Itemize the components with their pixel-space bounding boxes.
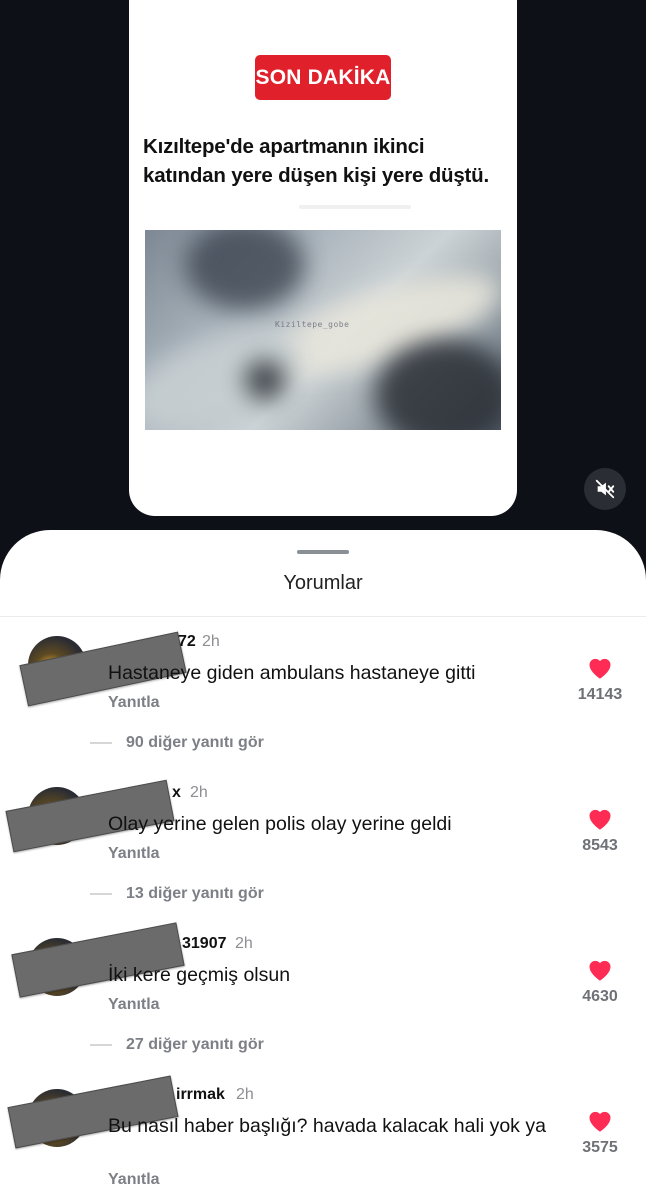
like-button[interactable]: 3575 xyxy=(570,1107,630,1157)
like-count: 3575 xyxy=(582,1139,618,1156)
view-more-replies-label: 90 diğer yanıtı gör xyxy=(126,734,264,751)
heart-icon xyxy=(589,1111,611,1132)
divider xyxy=(90,1044,112,1046)
comment-text: Olay yerine gelen polis olay yerine geld… xyxy=(108,813,452,835)
blur-shape xyxy=(145,311,314,430)
video-watermark: Kiziltepe_gobe xyxy=(275,320,350,329)
comment-time: 2h xyxy=(235,935,253,952)
mute-button[interactable] xyxy=(584,468,626,510)
reply-button[interactable]: Yanıtla xyxy=(108,845,160,863)
heart-icon xyxy=(589,960,611,981)
username[interactable]: 31907 xyxy=(182,935,227,953)
view-more-replies-label: 27 diğer yanıtı gör xyxy=(126,1036,264,1053)
view-more-replies[interactable]: 13 diğer yanıtı gör xyxy=(90,885,264,903)
comment-time: 2h xyxy=(236,1086,254,1103)
reply-button[interactable]: Yanıtla xyxy=(108,996,160,1014)
news-video-card[interactable]: SON DAKİKA Kızıltepe'de apartmanın ikinc… xyxy=(129,0,517,516)
divider xyxy=(90,893,112,895)
comments-sheet: Yorumlar 72 2h Hastaneye giden ambulans … xyxy=(0,530,646,1200)
like-button[interactable]: 8543 xyxy=(570,805,630,855)
breaking-news-badge: SON DAKİKA xyxy=(255,55,391,100)
heart-icon xyxy=(589,658,611,679)
comment-time: 2h xyxy=(202,633,220,650)
divider xyxy=(90,742,112,744)
news-headline: Kızıltepe'de apartmanın ikinci katından … xyxy=(143,135,489,187)
view-more-replies[interactable]: 90 diğer yanıtı gör xyxy=(90,734,264,752)
username[interactable]: 72 xyxy=(178,633,196,651)
blurred-video-frame: Kiziltepe_gobe xyxy=(145,230,501,430)
video-area[interactable]: SON DAKİKA Kızıltepe'de apartmanın ikinc… xyxy=(0,0,646,560)
heart-icon xyxy=(589,809,611,830)
divider xyxy=(0,616,646,617)
like-button[interactable]: 4630 xyxy=(570,956,630,1006)
comment-time: 2h xyxy=(190,784,208,801)
like-count: 8543 xyxy=(582,837,618,854)
like-count: 4630 xyxy=(582,988,618,1005)
reply-button[interactable]: Yanıtla xyxy=(108,1171,160,1189)
username[interactable]: irrmak xyxy=(176,1086,225,1104)
divider xyxy=(299,205,411,209)
sheet-title: Yorumlar xyxy=(283,572,363,594)
view-more-replies[interactable]: 27 diğer yanıtı gör xyxy=(90,1036,264,1054)
view-more-replies-label: 13 diğer yanıtı gör xyxy=(126,885,264,902)
speaker-muted-icon xyxy=(595,479,615,499)
reply-button[interactable]: Yanıtla xyxy=(108,694,160,712)
blur-shape xyxy=(245,360,285,400)
comment-text: Bu nasıl haber başlığı? havada kalacak h… xyxy=(108,1115,546,1137)
like-count: 14143 xyxy=(577,686,623,703)
blur-shape xyxy=(185,230,305,310)
comment-text: Hastaneye giden ambulans hastaneye gitti xyxy=(108,662,476,684)
comment-text: İki kere geçmiş olsun xyxy=(108,964,291,986)
like-button[interactable]: 14143 xyxy=(570,654,630,704)
sheet-drag-handle[interactable] xyxy=(297,550,349,554)
username[interactable]: x xyxy=(172,784,181,802)
